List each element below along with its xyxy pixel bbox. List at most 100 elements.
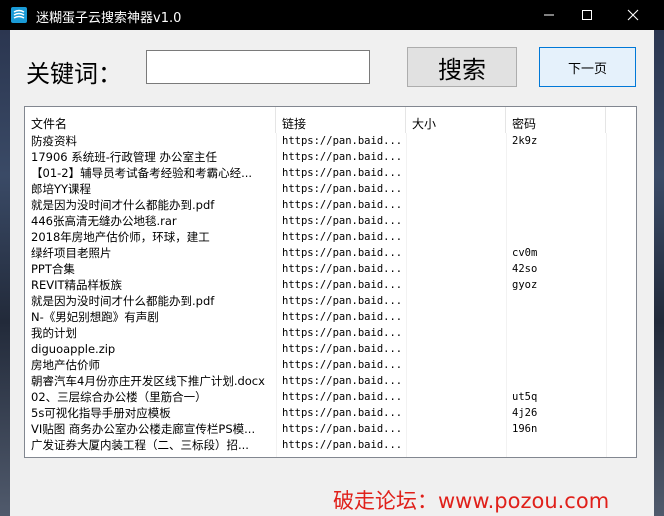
cell-filename: 广发证券大厦内装工程（二、三标段）招... [31,438,249,452]
table-row[interactable]: 就是因为没时间才什么都能办到.pdf https://pan.baid... [25,197,636,213]
column-header-filler [606,107,636,133]
table-row[interactable]: 2018年房地产估价师，环球，建工 https://pan.baid... [25,229,636,245]
cell-link: https://pan.baid... [282,279,403,291]
cell-password [506,373,606,389]
cell-password: cv0m [512,247,538,259]
cell-password [506,149,606,165]
cell-password: 196n [512,423,538,435]
cell-size [406,181,506,197]
results-table[interactable]: 文件名 链接 大小 密码 防疫资料 https://pan.baid... 2k9z… [24,106,637,458]
cell-link: https://pan.baid... [282,183,403,195]
cell-filename: 02、三层综合办公楼（里筋合一） [31,390,207,404]
cell-link: https://pan.baid... [282,151,403,163]
cell-size [406,357,506,373]
table-row[interactable]: REVIT精品样板族 https://pan.baid... gyoz [25,277,636,293]
table-row[interactable]: 02、三层综合办公楼（里筋合一） https://pan.baid... ut5q [25,389,636,405]
cell-filename: diguoapple.zip [31,342,116,356]
next-page-button[interactable]: 下一页 [539,47,636,87]
table-row[interactable]: diguoapple.zip https://pan.baid... [25,341,636,357]
column-header-password[interactable]: 密码 [506,107,606,133]
table-row[interactable]: 我的计划 https://pan.baid... [25,325,636,341]
cell-size [406,213,506,229]
cell-size [406,437,506,453]
cell-filename: 绿纤项目老照片 [31,246,112,260]
keyword-input[interactable] [146,50,370,84]
cell-link: https://pan.baid... [282,231,403,243]
search-button[interactable]: 搜索 [407,47,517,87]
table-row[interactable]: 绿纤项目老照片 https://pan.baid... cv0m [25,245,636,261]
cell-filename: 【01-2】辅导员考试备考经验和考霸心经... [31,166,253,180]
table-row[interactable]: 17906 系统班-行政管理 办公室主任 https://pan.baid... [25,149,636,165]
cell-size [406,245,506,261]
table-row[interactable]: 广发证券大厦内装工程（二、三标段）招... https://pan.baid... [25,437,636,453]
cell-link: https://pan.baid... [282,423,403,435]
table-row[interactable]: 【01-2】辅导员考试备考经验和考霸心经... https://pan.baid.… [25,165,636,181]
close-button[interactable] [610,0,656,30]
table-header: 文件名 链接 大小 密码 [25,107,636,133]
cell-filename: REVIT精品样板族 [31,278,123,292]
keyword-label: 关键词： [26,60,122,88]
column-header-link[interactable]: 链接 [276,107,406,133]
cell-password [506,181,606,197]
cell-password [506,213,606,229]
cell-size [406,261,506,277]
cell-size [406,229,506,245]
window-title: 迷糊蛋子云搜索神器v1.0 [36,11,182,26]
cell-link: https://pan.baid... [282,215,403,227]
cell-password: 2k9z [512,135,538,147]
table-row[interactable]: VI贴图 商务办公室办公楼走廊宣传栏PS模... https://pan.baid… [25,421,636,437]
forum-watermark: 破走论坛：www.pozou.com [333,489,610,513]
close-icon [627,9,639,21]
cell-filename: 就是因为没时间才什么都能办到.pdf [31,294,215,308]
client-area: 关键词： 搜索 下一页 文件名 链接 大小 密码 防疫资料 https://pan… [10,30,654,516]
table-row[interactable]: 446张高清无缝办公地毯.rar https://pan.baid... [25,213,636,229]
cell-password [506,309,606,325]
table-row[interactable]: 5s可视化指导手册对应模板 https://pan.baid... 4j26 [25,405,636,421]
cell-size [406,197,506,213]
cell-password [506,357,606,373]
cell-size [406,325,506,341]
cell-link: https://pan.baid... [282,263,403,275]
cell-password [506,165,606,181]
cell-password: gyoz [512,279,538,291]
table-row[interactable]: 朝睿汽车4月份亦庄开发区线下推广计划.docx https://pan.baid.… [25,373,636,389]
column-header-size[interactable]: 大小 [406,107,506,133]
cell-size [406,421,506,437]
table-row[interactable]: 房地产估价师 https://pan.baid... [25,357,636,373]
app-window: 迷糊蛋子云搜索神器v1.0 关键词： 搜索 下一页 文件名 链接 大小 密码 防… [0,0,664,516]
cell-link: https://pan.baid... [282,135,403,147]
column-header-filename[interactable]: 文件名 [25,107,276,133]
cell-filename: 我的计划 [31,326,77,340]
cell-password: 4j26 [512,407,538,419]
cell-filename: 防疫资料 [31,134,77,148]
cell-filename: VI贴图 商务办公室办公楼走廊宣传栏PS模... [31,422,256,436]
cell-password [506,229,606,245]
cell-filename: PPT合集 [31,262,75,276]
cell-filename: N-《男妃别想跑》有声剧 [31,310,159,324]
maximize-icon [582,10,592,20]
app-icon [10,6,28,24]
cell-password: 42so [512,263,538,275]
cell-password [506,341,606,357]
cell-link: https://pan.baid... [282,247,403,259]
cell-filename: 5s可视化指导手册对应模板 [31,406,171,420]
cell-filename: 就是因为没时间才什么都能办到.pdf [31,198,215,212]
table-row[interactable]: 就是因为没时间才什么都能办到.pdf https://pan.baid... [25,293,636,309]
minimize-icon [544,14,554,16]
cell-link: https://pan.baid... [282,295,403,307]
cell-password [506,325,606,341]
cell-filename: 2018年房地产估价师，环球，建工 [31,230,210,244]
maximize-button[interactable] [564,0,610,30]
title-bar[interactable]: 迷糊蛋子云搜索神器v1.0 [0,0,664,30]
table-row[interactable]: N-《男妃别想跑》有声剧 https://pan.baid... [25,309,636,325]
table-row[interactable]: 郎培YY课程 https://pan.baid... [25,181,636,197]
cell-filename: 房地产估价师 [31,358,100,372]
cell-size [406,389,506,405]
table-row[interactable]: 防疫资料 https://pan.baid... 2k9z [25,133,636,149]
cell-size [406,405,506,421]
cell-link: https://pan.baid... [282,359,403,371]
cell-link: https://pan.baid... [282,199,403,211]
table-row[interactable]: PPT合集 https://pan.baid... 42so [25,261,636,277]
cell-filename: 446张高清无缝办公地毯.rar [31,214,177,228]
cell-filename: 郎培YY课程 [31,182,92,196]
